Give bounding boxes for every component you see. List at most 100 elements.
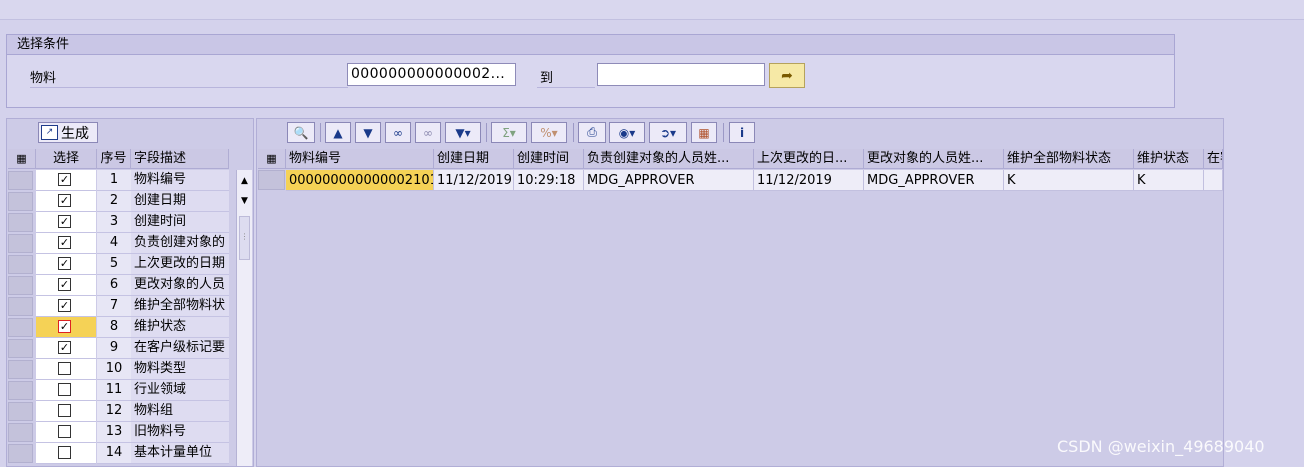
row-selector[interactable] xyxy=(8,381,33,400)
select-all-icon[interactable]: ▦ xyxy=(8,149,36,169)
select-cell xyxy=(36,443,96,464)
row-selector[interactable] xyxy=(8,255,33,274)
scroll-thumb[interactable]: ⋮ xyxy=(239,216,250,260)
result-column-header[interactable]: 在客 xyxy=(1204,149,1223,169)
to-label: 到 xyxy=(540,71,554,86)
row-selector[interactable] xyxy=(8,171,33,190)
select-cell: ✓ xyxy=(36,275,96,296)
result-cell[interactable]: 10:29:18 xyxy=(514,170,584,191)
seq-cell: 11 xyxy=(97,380,131,401)
row-selector[interactable] xyxy=(8,360,33,379)
result-cell[interactable]: 000000000000002101 xyxy=(286,170,434,191)
result-column-header[interactable]: 维护状态 xyxy=(1134,149,1204,169)
column-header-select[interactable]: 选择 xyxy=(36,149,97,169)
checkbox-checked-icon[interactable]: ✓ xyxy=(58,320,71,333)
generate-label: 生成 xyxy=(61,125,89,142)
sort-descending-button[interactable]: ▼ xyxy=(355,122,381,143)
print-button[interactable]: ⎙ xyxy=(578,122,606,143)
checkbox-unchecked-icon[interactable] xyxy=(58,446,71,459)
desc-cell: 上次更改的日期 xyxy=(131,254,229,275)
checkbox-checked-icon[interactable]: ✓ xyxy=(58,173,71,186)
checkbox-checked-icon[interactable]: ✓ xyxy=(58,236,71,249)
row-selector[interactable] xyxy=(8,444,33,463)
views-button[interactable]: ◉▾ xyxy=(609,122,645,143)
result-column-header[interactable]: 上次更改的日... xyxy=(754,149,864,169)
result-cell[interactable]: MDG_APPROVER xyxy=(584,170,754,191)
seq-cell: 5 xyxy=(97,254,131,275)
label-underline xyxy=(30,87,348,88)
row-selector[interactable] xyxy=(8,213,33,232)
material-label: 物料 xyxy=(30,71,57,86)
find-next-icon: ∞ xyxy=(423,125,433,140)
row-selector[interactable] xyxy=(8,402,33,421)
find-next-button[interactable]: ∞ xyxy=(415,122,441,143)
desc-cell: 更改对象的人员 xyxy=(131,275,229,296)
result-column-header[interactable]: 更改对象的人员姓... xyxy=(864,149,1004,169)
column-header-desc[interactable]: 字段描述 xyxy=(131,149,229,169)
field-selection-panel: ↗ 生成 ▦ 选择 序号 字段描述 ▲ ▼ ⋮ ✓ 1 物料编号 ✓ 2 创建日期 ✓ 3 创建… xyxy=(6,118,254,467)
seq-cell: 9 xyxy=(97,338,131,359)
result-cell[interactable]: K xyxy=(1134,170,1204,191)
result-cell[interactable]: 11/12/2019 xyxy=(434,170,514,191)
export-icon: ➲▾ xyxy=(659,125,677,140)
result-column-header[interactable]: 维护全部物料状态 xyxy=(1004,149,1134,169)
select-cell xyxy=(36,401,96,422)
row-selector[interactable] xyxy=(8,192,33,211)
select-all-rows-icon[interactable]: ▦ xyxy=(258,149,286,169)
multiple-selection-button[interactable]: ➦ xyxy=(769,63,805,88)
scroll-down-icon[interactable]: ▼ xyxy=(237,192,252,210)
result-cell[interactable]: 11/12/2019 xyxy=(754,170,864,191)
seq-cell: 7 xyxy=(97,296,131,317)
generate-icon: ↗ xyxy=(41,125,58,140)
filter-button[interactable]: ▼▾ xyxy=(445,122,481,143)
result-cell[interactable]: K xyxy=(1004,170,1134,191)
arrow-right-icon: ➦ xyxy=(781,67,793,84)
vertical-scrollbar[interactable]: ▲ ▼ ⋮ xyxy=(236,170,252,466)
row-selector[interactable] xyxy=(8,234,33,253)
selection-criteria-group: 选择条件 物料 000000000000002... 到 ➦ xyxy=(6,34,1175,108)
checkbox-unchecked-icon[interactable] xyxy=(58,425,71,438)
info-button[interactable]: i xyxy=(729,122,755,143)
result-cell[interactable] xyxy=(1204,170,1223,191)
checkbox-checked-icon[interactable]: ✓ xyxy=(58,299,71,312)
scroll-up-icon[interactable]: ▲ xyxy=(237,172,252,190)
row-selector[interactable] xyxy=(8,339,33,358)
row-selector[interactable] xyxy=(8,297,33,316)
select-cell: ✓ xyxy=(36,191,96,212)
seq-cell: 14 xyxy=(97,443,131,464)
row-selector[interactable] xyxy=(8,423,33,442)
result-column-header[interactable]: 创建日期 xyxy=(434,149,514,169)
checkbox-checked-icon[interactable]: ✓ xyxy=(58,341,71,354)
result-column-header[interactable]: 物料编号 xyxy=(286,149,434,169)
subtotal-button[interactable]: %▾ xyxy=(531,122,567,143)
row-selector[interactable] xyxy=(8,318,33,337)
generate-button[interactable]: ↗ 生成 xyxy=(38,122,98,143)
result-column-header[interactable]: 负责创建对象的人员姓... xyxy=(584,149,754,169)
material-from-input[interactable]: 000000000000002... xyxy=(347,63,516,86)
row-selector[interactable] xyxy=(258,170,285,190)
checkbox-checked-icon[interactable]: ✓ xyxy=(58,278,71,291)
checkbox-checked-icon[interactable]: ✓ xyxy=(58,194,71,207)
checkbox-unchecked-icon[interactable] xyxy=(58,383,71,396)
checkbox-checked-icon[interactable]: ✓ xyxy=(58,257,71,270)
selection-group-title: 选择条件 xyxy=(7,35,1174,55)
column-header-seq[interactable]: 序号 xyxy=(97,149,131,169)
details-button[interactable]: 🔍 xyxy=(287,122,315,143)
desc-cell: 物料编号 xyxy=(131,170,229,191)
sum-button[interactable]: Σ▾ xyxy=(491,122,527,143)
desc-cell: 负责创建对象的 xyxy=(131,233,229,254)
layout-button[interactable]: ▦ xyxy=(691,122,717,143)
checkbox-unchecked-icon[interactable] xyxy=(58,404,71,417)
material-to-input[interactable] xyxy=(597,63,765,86)
find-button[interactable]: ∞ xyxy=(385,122,411,143)
seq-cell: 4 xyxy=(97,233,131,254)
info-icon: i xyxy=(739,125,745,140)
export-button[interactable]: ➲▾ xyxy=(649,122,687,143)
checkbox-checked-icon[interactable]: ✓ xyxy=(58,215,71,228)
result-cell[interactable]: MDG_APPROVER xyxy=(864,170,1004,191)
select-cell: ✓ xyxy=(36,317,96,338)
checkbox-unchecked-icon[interactable] xyxy=(58,362,71,375)
row-selector[interactable] xyxy=(8,276,33,295)
result-column-header[interactable]: 创建时间 xyxy=(514,149,584,169)
sort-ascending-button[interactable]: ▲ xyxy=(325,122,351,143)
